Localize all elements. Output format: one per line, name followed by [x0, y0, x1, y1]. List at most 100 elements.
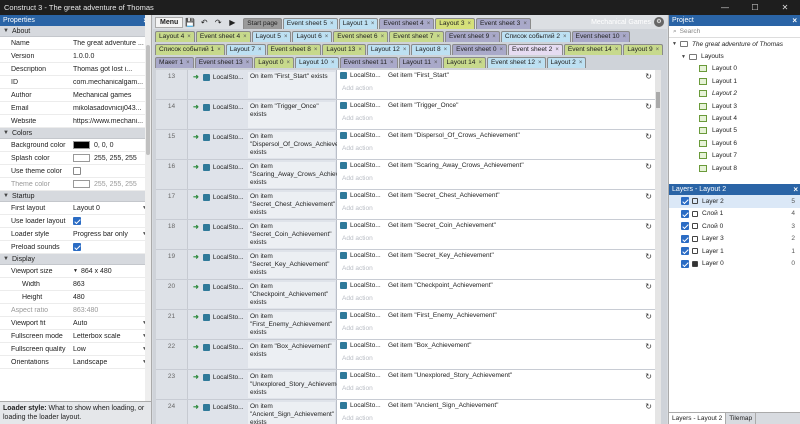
event-condition[interactable]: ➜ LocalSto... On item "Unexplored_Story_Ac… [188, 370, 348, 399]
event-row[interactable]: 16 ➜ LocalSto... On item "Scaring_Away_Crow… [156, 160, 655, 190]
close-icon[interactable]: × [217, 45, 221, 55]
close-icon[interactable]: × [523, 19, 527, 29]
add-action-link[interactable]: Add action [342, 415, 373, 422]
close-icon[interactable]: × [538, 58, 542, 68]
close-icon[interactable]: × [186, 58, 190, 68]
close-icon[interactable]: × [403, 45, 407, 55]
add-action-link[interactable]: Add action [342, 295, 373, 302]
properties-scrollbar[interactable] [145, 15, 151, 424]
add-action-link[interactable]: Add action [342, 385, 373, 392]
event-actions[interactable]: LocalSto... Get item "Dispersol_Of_Crows_… [337, 130, 655, 159]
event-actions[interactable]: LocalSto... Get item "Secret_Chest_Achiev… [337, 190, 655, 219]
event-condition[interactable]: ➜ LocalSto... On item "Ancient_Sign_Achiev… [188, 400, 337, 424]
close-icon[interactable]: × [381, 32, 385, 42]
prop-row[interactable]: Email mikolasadovnicij043... [0, 102, 151, 115]
preload-sounds-checkbox[interactable] [73, 243, 81, 251]
tab-layers[interactable]: Layers - Layout 2 [669, 413, 727, 424]
prop-row[interactable]: Version 1.0.0.0 [0, 50, 151, 63]
section-display[interactable]: ▼ Display [0, 254, 151, 265]
tab[interactable]: Layout 4 × [155, 31, 195, 42]
event-actions[interactable]: LocalSto... Get item "Box_Achievement" Add… [337, 340, 655, 369]
action-line[interactable]: LocalSto... Get item "Secret_Chest_Achiev… [340, 192, 500, 199]
close-icon[interactable]: × [444, 45, 448, 55]
tree-layout-item[interactable]: Layout 3 [669, 100, 800, 112]
tab[interactable]: Event sheet 4 × [195, 31, 251, 42]
tab[interactable]: Layout 12 × [366, 44, 411, 55]
tree-layout-item[interactable]: Layout 1 [669, 75, 800, 87]
tab[interactable]: Список событий 2 × [500, 31, 571, 42]
close-icon[interactable]: × [287, 58, 291, 68]
event-row[interactable]: 20 ➜ LocalSto... On item "Checkpoint_Achiev… [156, 280, 655, 310]
prop-fullscreen-quality[interactable]: Fullscreen qualityLow▼ [0, 343, 151, 356]
tab[interactable]: Layout 0 × [254, 57, 295, 68]
prop-loader-style[interactable]: Loader styleProgress bar only▼ [0, 228, 151, 241]
event-actions[interactable]: LocalSto... Get item "Scaring_Away_Crows_… [337, 160, 655, 189]
prop-row[interactable]: Author Mechanical games [0, 89, 151, 102]
add-action-link[interactable]: Add action [342, 265, 373, 272]
close-icon[interactable]: × [371, 19, 375, 29]
lock-icon[interactable] [692, 248, 698, 255]
tab[interactable]: Layout 5 × [251, 31, 292, 42]
close-icon[interactable]: × [436, 32, 440, 42]
close-icon[interactable]: × [258, 45, 262, 55]
tree-root[interactable]: ▼ The great adventure of Thomas [669, 38, 800, 50]
event-condition[interactable]: ➜ LocalSto... On item "First_Enemy_Achieve… [188, 310, 337, 339]
height-input[interactable]: 480 [70, 294, 151, 301]
event-row[interactable]: 19 ➜ LocalSto... On item "Secret_Key_Achiev… [156, 250, 655, 280]
layer-row[interactable]: Слой 0 3 [669, 220, 800, 233]
lock-icon[interactable] [692, 260, 698, 267]
prop-row[interactable]: Name The great adventure ... [0, 37, 151, 50]
tab[interactable]: Layout 8 × [411, 44, 452, 55]
close-icon[interactable]: × [792, 16, 797, 25]
section-about[interactable]: ▼ About [0, 26, 151, 37]
tree-layout-item[interactable]: Layout 6 [669, 137, 800, 149]
event-row[interactable]: 23 ➜ LocalSto... On item "Unexplored_Story_… [156, 370, 655, 400]
add-action-link[interactable]: Add action [342, 355, 373, 362]
prop-row[interactable]: Description Thomas got lost i... [0, 63, 151, 76]
tree-layout-item[interactable]: Layout 2 [669, 88, 800, 100]
add-action-link[interactable]: Add action [342, 175, 373, 182]
action-line[interactable]: LocalSto... Get item "Box_Achievement" [340, 342, 471, 349]
width-input[interactable]: 863 [70, 281, 151, 288]
tab[interactable]: Event sheet 10 × [571, 31, 631, 42]
close-icon[interactable]: × [468, 19, 472, 29]
event-actions[interactable]: LocalSto... Get item "First_Start" Add act… [337, 70, 655, 99]
event-actions[interactable]: LocalSto... Get item "Checkpoint_Achievem… [337, 280, 655, 309]
tab[interactable]: Layout 3 × [435, 18, 476, 29]
tab[interactable]: Start page [243, 18, 282, 29]
tab[interactable]: Макет 1 × [155, 57, 194, 68]
action-line[interactable]: LocalSto... Get item "First_Enemy_Achieve… [340, 312, 497, 319]
close-icon[interactable]: × [623, 32, 627, 42]
close-icon[interactable]: × [656, 45, 660, 55]
prop-value[interactable]: com.mechanicalgam... [70, 79, 151, 86]
add-action-link[interactable]: Add action [342, 85, 373, 92]
tab[interactable]: Event sheet 12 × [487, 57, 546, 68]
color-swatch[interactable] [73, 141, 90, 149]
event-condition[interactable]: ➜ LocalSto... On item "Dispersol_Of_Crows_… [188, 130, 355, 159]
tab[interactable]: Layout 6 × [292, 31, 333, 42]
layer-row[interactable]: Layer 2 5 [669, 195, 800, 208]
event-row[interactable]: 22 ➜ LocalSto... On item "Box_Achievement" … [156, 340, 655, 370]
lock-icon[interactable] [692, 235, 698, 242]
section-colors[interactable]: ▼ Colors [0, 128, 151, 139]
section-startup[interactable]: ▼ Startup [0, 191, 151, 202]
close-icon[interactable]: × [390, 58, 394, 68]
prop-value[interactable]: 1.0.0.0 [70, 53, 151, 60]
tab[interactable]: Layout 9 × [623, 44, 664, 55]
event-condition[interactable]: ➜ LocalSto... On item "Secret_Coin_Achieve… [188, 220, 337, 249]
layer-row[interactable]: Layer 0 0 [669, 258, 800, 271]
tab[interactable]: Event sheet 9 × [444, 31, 500, 42]
visible-checkbox[interactable] [681, 247, 689, 256]
menu-button[interactable]: Menu [155, 16, 184, 28]
close-icon[interactable]: × [793, 185, 798, 194]
save-icon[interactable]: 💾 [183, 18, 197, 27]
prop-value[interactable]: https://www.mechani... [70, 118, 151, 125]
close-icon[interactable]: × [358, 45, 362, 55]
loader-layout-checkbox[interactable] [73, 217, 81, 225]
close-icon[interactable]: × [478, 58, 482, 68]
event-condition[interactable]: ➜ LocalSto... On item "Secret_Chest_Achiev… [188, 190, 337, 219]
prop-value[interactable]: The great adventure ... [70, 40, 151, 47]
close-icon[interactable]: × [325, 32, 329, 42]
prop-orientations[interactable]: OrientationsLandscape▼ [0, 356, 151, 369]
tab[interactable]: Event sheet 11 × [339, 57, 398, 68]
